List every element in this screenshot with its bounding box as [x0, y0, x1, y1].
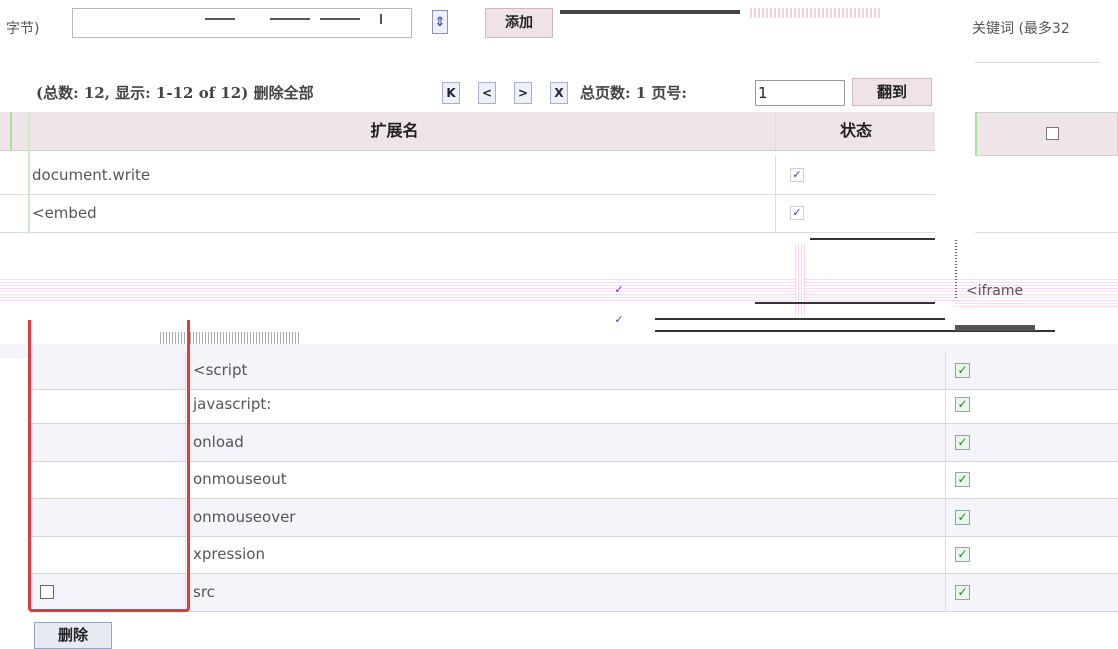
render-glitch — [955, 238, 957, 298]
status-check-icon[interactable]: ✓ — [955, 397, 970, 412]
render-glitch — [28, 114, 30, 234]
status-check-icon[interactable]: ✓ — [955, 472, 970, 487]
table-row: onload ✓ — [30, 424, 1118, 462]
render-glitch — [750, 8, 880, 18]
render-glitch — [810, 238, 935, 240]
render-glitch — [955, 325, 1035, 331]
add-button[interactable]: 添加 — [485, 8, 553, 38]
table-header: 扩展名 状态 — [0, 112, 935, 151]
select-all-checkbox[interactable] — [1046, 127, 1059, 140]
extension-cell: <iframe — [966, 283, 1024, 299]
render-glitch — [655, 318, 945, 320]
last-page-button[interactable]: X — [550, 82, 568, 104]
extension-cell: <embed — [32, 204, 97, 222]
pager-summary: (总数: 12, 显示: 1-12 of 12) 删除全部 — [36, 84, 314, 102]
next-page-button[interactable]: > — [514, 82, 532, 104]
goto-page-button[interactable]: 翻到 — [852, 78, 932, 106]
extension-cell: onmouseover — [193, 508, 296, 526]
extension-cell: xpression — [193, 545, 265, 563]
column-header-status[interactable]: 状态 — [775, 112, 936, 150]
status-check-icon[interactable]: ✓ — [612, 284, 626, 298]
extension-cell: javascript: — [193, 395, 272, 413]
total-pages-label: 总页数: 1 页号: — [580, 84, 687, 102]
select-arrow-icon[interactable]: ⇕ — [432, 10, 448, 34]
status-check-icon[interactable]: ✓ — [955, 510, 970, 525]
extension-cell: onload — [193, 433, 244, 451]
render-glitch — [380, 14, 382, 24]
status-check-icon[interactable]: ✓ — [790, 206, 804, 220]
render-glitch — [205, 18, 235, 20]
delete-button[interactable]: 删除 — [34, 622, 112, 649]
table-row: onmouseout ✓ — [30, 461, 1118, 499]
table-row: src ✓ — [30, 574, 1118, 612]
byte-limit-label: 字节) — [6, 21, 40, 37]
status-check-icon[interactable]: ✓ — [612, 314, 626, 328]
extension-cell: document.write — [32, 166, 151, 184]
status-check-icon[interactable]: ✓ — [790, 168, 804, 182]
status-check-icon[interactable]: ✓ — [955, 547, 970, 562]
render-glitch — [795, 245, 805, 315]
keyword-add-bar: 字节) ⇕ 添加 关键词 (最多32 — [0, 0, 1118, 63]
ghost-table-row — [975, 156, 1118, 233]
first-page-button[interactable]: K — [442, 82, 460, 104]
table-row: document.write ✓ — [0, 156, 935, 195]
extension-cell: src — [193, 583, 215, 601]
page-number-input[interactable]: 1 — [755, 80, 845, 106]
status-check-icon[interactable]: ✓ — [955, 585, 970, 600]
extension-cell: onmouseout — [193, 470, 287, 488]
render-glitch — [0, 279, 955, 301]
table-row: <embed ✓ — [0, 194, 935, 233]
render-glitch — [560, 10, 740, 14]
keyword-input[interactable] — [72, 8, 412, 38]
keyword-max-label: 关键词 (最多32 — [972, 21, 1070, 37]
table-row: xpression ✓ — [30, 536, 1118, 574]
status-check-icon[interactable]: ✓ — [955, 435, 970, 450]
status-check-icon[interactable]: ✓ — [955, 363, 970, 378]
table-row: <script ✓ — [30, 352, 1118, 390]
selection-highlight — [28, 320, 190, 612]
prev-page-button[interactable]: < — [478, 82, 496, 104]
render-glitch — [320, 18, 360, 20]
table-row: onmouseover ✓ — [30, 499, 1118, 537]
render-glitch — [270, 18, 310, 20]
render-glitch — [755, 302, 935, 304]
table-row: javascript: ✓ — [30, 386, 1118, 424]
column-header-extension[interactable]: 扩展名 — [10, 112, 777, 150]
divider — [975, 62, 1100, 63]
extension-cell: <script — [193, 361, 248, 379]
